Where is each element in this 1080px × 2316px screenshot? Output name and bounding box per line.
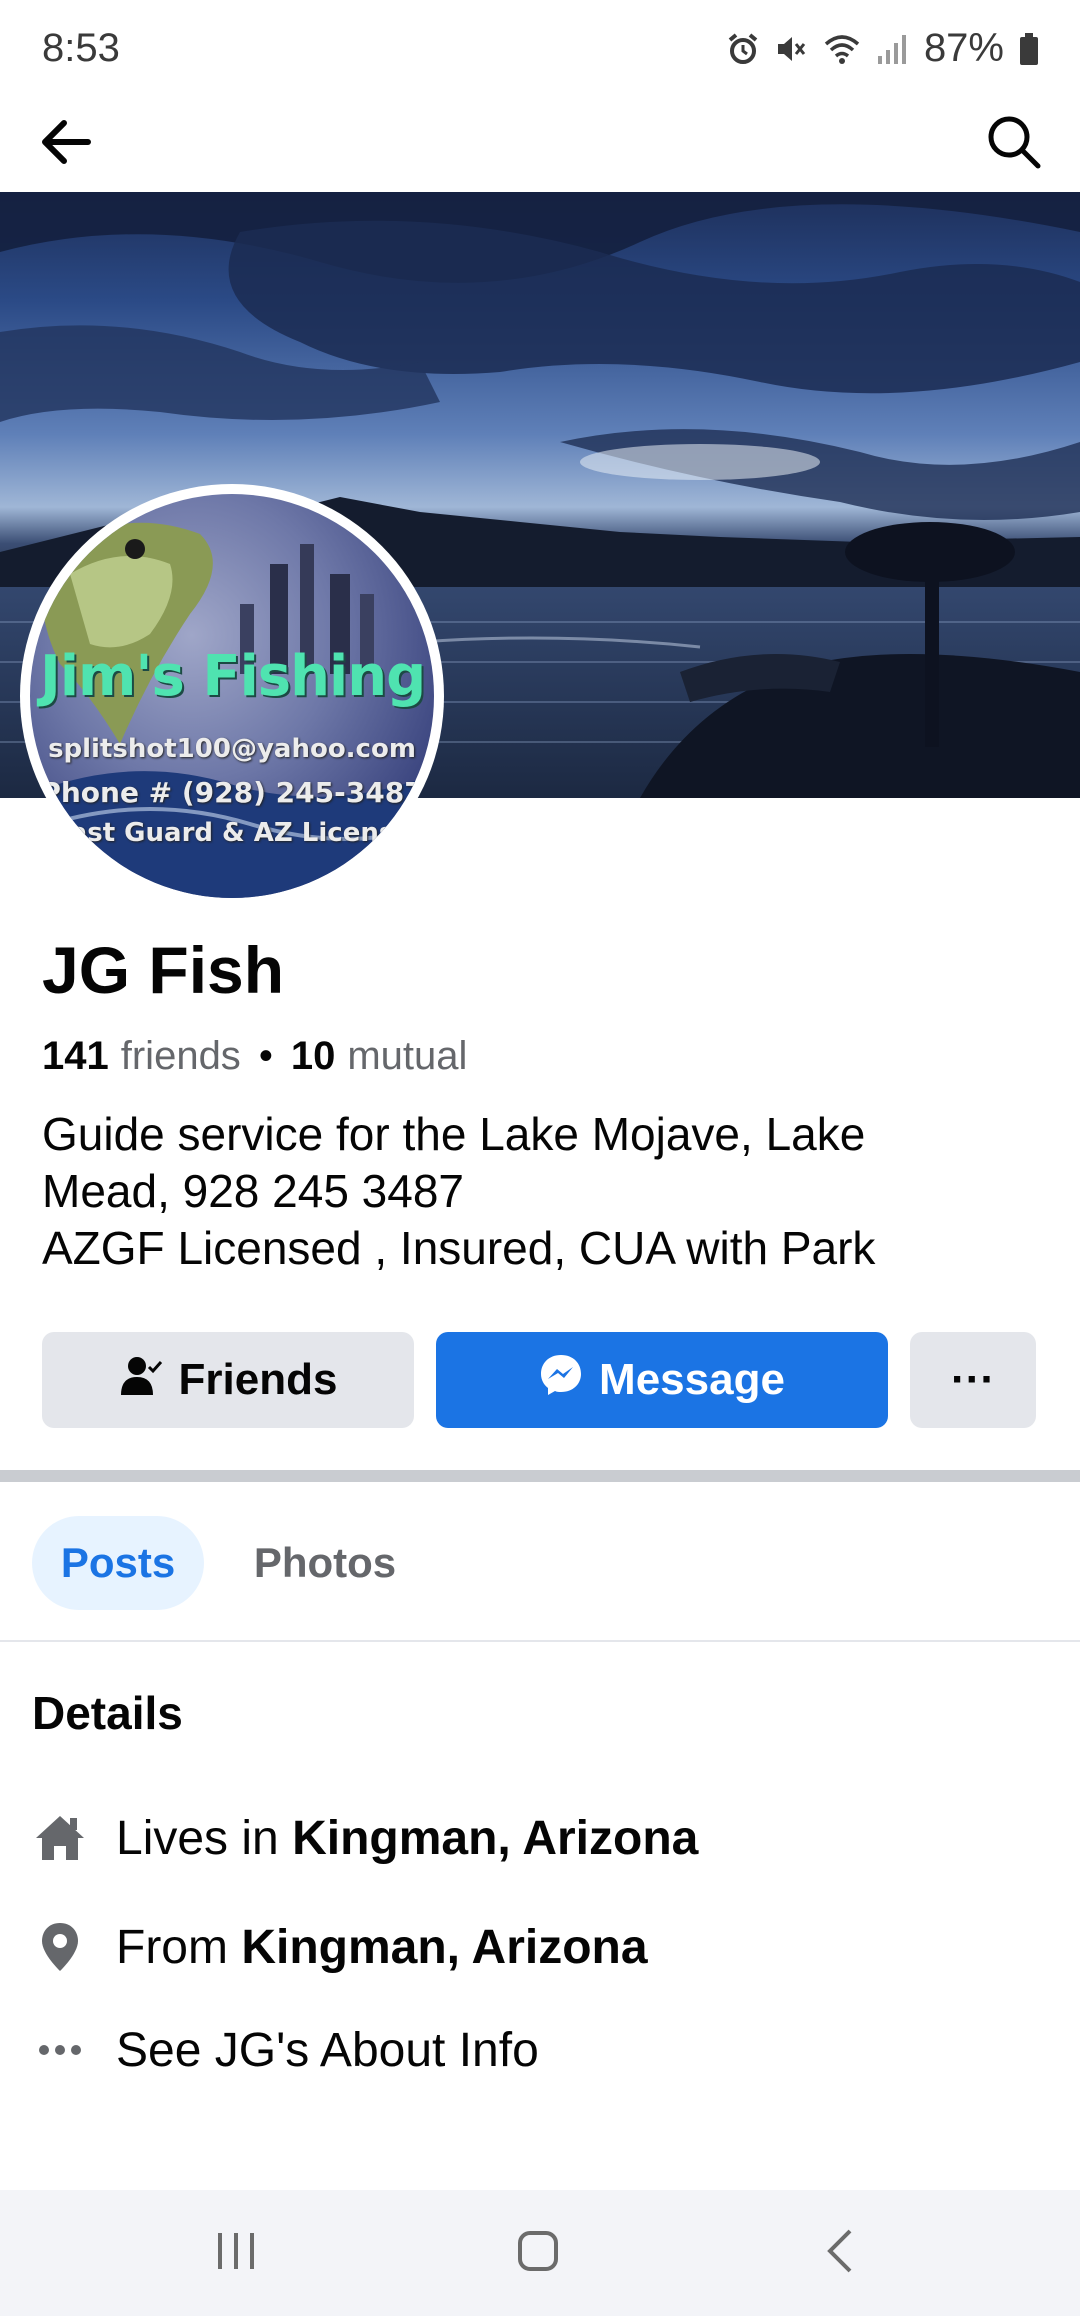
- recents-icon: [212, 2227, 260, 2280]
- profile-avatar[interactable]: Jim's Fishing splitshot100@yahoo.com Pho…: [20, 484, 444, 908]
- profile-bio: Guide service for the Lake Mojave, Lake …: [42, 1106, 1042, 1277]
- avatar-phone-text: Phone # (928) 245-3487: [40, 776, 424, 809]
- more-dots-icon: ···: [951, 1355, 995, 1404]
- lives-prefix: Lives in: [116, 1811, 293, 1865]
- tab-photos[interactable]: Photos: [236, 1516, 414, 1610]
- home-square-icon: [514, 2227, 562, 2280]
- battery-icon: [1018, 32, 1040, 66]
- status-bar: 8:53 87%: [0, 0, 1080, 96]
- home-button[interactable]: [478, 2208, 598, 2298]
- friends-button[interactable]: Friends: [42, 1332, 414, 1428]
- status-time: 8:53: [42, 26, 120, 70]
- separator-dot: •: [258, 1034, 273, 1078]
- app-header: [0, 96, 1080, 192]
- home-icon: [32, 1810, 88, 1866]
- from-place[interactable]: Kingman, Arizona: [241, 1921, 647, 1974]
- system-nav-bar: [0, 2190, 1080, 2316]
- avatar-title-text: Jim's Fishing: [40, 644, 426, 709]
- tab-posts[interactable]: Posts: [32, 1516, 204, 1610]
- about-info-label: See JG's About Info: [116, 2023, 539, 2077]
- bio-line: Guide service for the Lake Mojave, Lake: [42, 1108, 866, 1160]
- from-prefix: From: [116, 1920, 242, 1974]
- tabs-divider: [0, 1640, 1080, 1642]
- search-button[interactable]: [976, 106, 1052, 182]
- alarm-icon: [726, 32, 760, 66]
- more-options-button[interactable]: ···: [910, 1332, 1036, 1428]
- search-icon: [984, 112, 1044, 177]
- location-pin-icon: [32, 1919, 88, 1975]
- friends-label: friends: [120, 1034, 241, 1078]
- recents-button[interactable]: [176, 2208, 296, 2298]
- signal-icon: [876, 32, 910, 66]
- chevron-left-icon: [818, 2227, 866, 2280]
- profile-name: JG Fish: [42, 933, 285, 1007]
- lives-place[interactable]: Kingman, Arizona: [292, 1812, 698, 1865]
- see-about-info[interactable]: See JG's About Info: [32, 2010, 1032, 2090]
- detail-from: From Kingman, Arizona: [32, 1907, 1032, 1987]
- mute-icon: [774, 32, 808, 66]
- bio-line: Mead, 928 245 3487: [42, 1165, 465, 1217]
- details-heading: Details: [32, 1687, 183, 1739]
- friends-summary[interactable]: 141 friends • 10 mutual: [42, 1034, 467, 1079]
- message-button[interactable]: Message: [436, 1332, 888, 1428]
- mutual-label: mutual: [347, 1034, 468, 1078]
- avatar-image: Jim's Fishing splitshot100@yahoo.com Pho…: [30, 494, 434, 898]
- mutual-count: 10: [290, 1034, 336, 1078]
- bio-line: AZGF Licensed , Insured, CUA with Park: [42, 1222, 876, 1274]
- status-icons: 87%: [726, 26, 1040, 71]
- friend-check-icon: [119, 1353, 163, 1408]
- messenger-icon: [539, 1353, 583, 1408]
- back-arrow-icon: [36, 112, 96, 177]
- friends-count: 141: [42, 1034, 109, 1078]
- avatar-license-text: ast Guard & AZ Licens: [69, 818, 395, 848]
- battery-percent: 87%: [923, 26, 1004, 70]
- message-button-label: Message: [599, 1355, 785, 1404]
- more-horizontal-icon: [32, 2022, 88, 2078]
- system-back-button[interactable]: [782, 2208, 902, 2298]
- section-divider: [0, 1470, 1080, 1482]
- avatar-email-text: splitshot100@yahoo.com: [48, 734, 416, 764]
- friends-button-label: Friends: [178, 1355, 338, 1404]
- detail-lives-in: Lives in Kingman, Arizona: [32, 1798, 1032, 1878]
- wifi-icon: [822, 32, 862, 66]
- back-button[interactable]: [28, 106, 104, 182]
